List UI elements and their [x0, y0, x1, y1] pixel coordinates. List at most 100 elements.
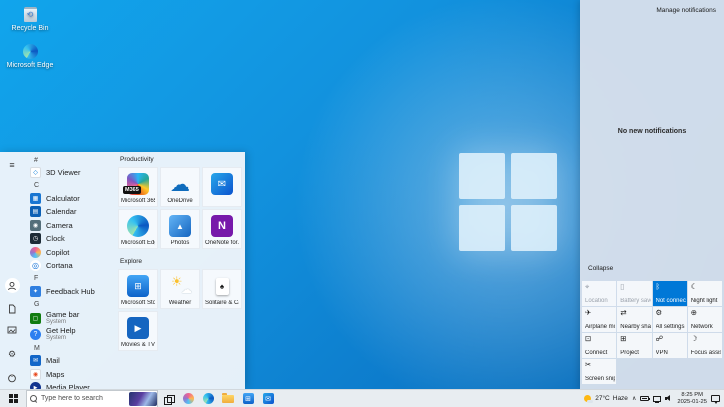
app-list-item-mail[interactable]: ✉ Mail: [24, 354, 112, 368]
app-list-item-calendar[interactable]: ▤ Calendar: [24, 205, 112, 219]
app-list-header: G: [24, 298, 112, 310]
cortana-icon: ◎: [30, 260, 41, 271]
quick-action-label: All settings: [656, 324, 686, 330]
quick-action-location[interactable]: ⌖ Location: [582, 281, 616, 306]
tile-photos[interactable]: ▲ Photos: [160, 209, 200, 249]
app-list-item-cortana[interactable]: ◎ Cortana: [24, 259, 112, 273]
taskbar-edge-button[interactable]: [198, 390, 218, 407]
tile-microsoft-edge[interactable]: Microsoft Edge: [118, 209, 158, 249]
logo-pane: [459, 205, 505, 251]
taskbar-copilot-button[interactable]: [178, 390, 198, 407]
app-label: Copilot: [46, 248, 69, 257]
tile-label: Microsoft Store: [121, 300, 155, 306]
volume-icon[interactable]: [665, 395, 673, 402]
tray-expand-chevron[interactable]: ∧: [632, 395, 636, 402]
quick-action-battery-saver[interactable]: ▯ Battery saver: [617, 281, 651, 306]
app-list-item-calculator[interactable]: ▦ Calculator: [24, 192, 112, 206]
calendar-icon: ▤: [30, 206, 41, 217]
nearby-sharing-icon: ⇄: [620, 309, 648, 317]
edge-icon: [127, 215, 149, 237]
weather-widget[interactable]: 27°C Haze: [584, 395, 628, 403]
app-list-item-media-player[interactable]: ▶ Media Player: [24, 381, 112, 389]
logo-pane: [459, 153, 505, 199]
quick-action-network[interactable]: ⊕ Network: [688, 307, 722, 332]
app-list-item-copilot[interactable]: Copilot: [24, 246, 112, 260]
tile-movies-tv[interactable]: ▶ Movies & TV: [118, 311, 158, 351]
location-icon: ⌖: [585, 283, 613, 291]
battery-saver-icon: ▯: [620, 283, 648, 291]
quick-action-vpn[interactable]: ☍ VPN: [653, 333, 687, 358]
documents-button[interactable]: [7, 304, 17, 314]
quick-action-nearby-sharing[interactable]: ⇄ Nearby sharing: [617, 307, 651, 332]
quick-action-label: Connect: [585, 350, 615, 356]
playing-card-icon: ♠: [216, 278, 229, 295]
manage-notifications-link[interactable]: Manage notifications: [656, 7, 716, 14]
quick-action-night-light[interactable]: ☾ Night light: [688, 281, 722, 306]
expand-menu-button[interactable]: ≡: [4, 157, 20, 173]
gear-icon: ⚙: [8, 349, 16, 360]
tile-outlook[interactable]: ✉: [202, 167, 242, 207]
app-list-item-get-help[interactable]: ? Get Help System: [24, 326, 112, 342]
network-icon[interactable]: [653, 396, 661, 402]
focus-assist-icon: ☽: [691, 335, 719, 343]
quick-action-label: Network: [691, 324, 721, 330]
desktop-icon-microsoft-edge[interactable]: Microsoft Edge: [6, 42, 54, 70]
quick-action-screen-snip[interactable]: ✂ Screen snip: [582, 359, 616, 384]
taskbar-store-button[interactable]: ⊞: [238, 390, 258, 407]
app-label: Clock: [46, 234, 65, 243]
settings-button[interactable]: ⚙: [4, 346, 20, 362]
quick-action-airplane-mode[interactable]: ✈ Airplane mode: [582, 307, 616, 332]
start-button[interactable]: [0, 390, 26, 407]
desktop-icon-label: Recycle Bin: [6, 25, 54, 33]
pictures-button[interactable]: [7, 325, 17, 335]
app-list-item-clock[interactable]: ◷ Clock: [24, 232, 112, 246]
desktop-icon-recycle-bin[interactable]: ⟲ Recycle Bin: [6, 5, 54, 33]
battery-icon[interactable]: [640, 396, 649, 401]
app-label: Get Help: [46, 327, 76, 335]
tile-weather[interactable]: ☀ ☁ Weather: [160, 269, 200, 309]
outlook-icon: ✉: [263, 393, 274, 404]
tile-microsoft-store[interactable]: ⊞ Microsoft Store: [118, 269, 158, 309]
user-account-button[interactable]: [5, 278, 20, 293]
document-icon: [7, 304, 17, 314]
app-list-item-maps[interactable]: ◉ Maps: [24, 368, 112, 382]
quick-action-project[interactable]: ⊞ Project: [617, 333, 651, 358]
weather-condition: Haze: [613, 395, 628, 402]
start-menu-rail: ≡ ⚙: [0, 152, 24, 389]
tile-microsoft-365[interactable]: M365 Microsoft 365: [118, 167, 158, 207]
tile-label: Microsoft Edge: [121, 240, 155, 246]
task-view-button[interactable]: [158, 390, 178, 407]
app-list-item-3d-viewer[interactable]: ◇ 3D Viewer: [24, 166, 112, 180]
power-button[interactable]: [7, 373, 17, 383]
taskbar-search-box[interactable]: [26, 390, 158, 407]
folder-icon: [222, 395, 234, 403]
quick-action-label: Night light: [691, 298, 721, 304]
taskbar-outlook-button[interactable]: ✉: [258, 390, 278, 407]
bluetooth-icon: ᛒ: [656, 283, 684, 291]
tile-onenote[interactable]: N OneNote for...: [202, 209, 242, 249]
connect-icon: ⊡: [585, 335, 613, 343]
app-list-item-feedback-hub[interactable]: ✦ Feedback Hub: [24, 285, 112, 299]
pictures-icon: [7, 325, 17, 335]
quick-action-bluetooth[interactable]: ᛒ Not connected: [653, 281, 687, 306]
action-center-button[interactable]: [711, 395, 720, 402]
taskbar-clock[interactable]: 8:25 PM 2025-01-25: [677, 392, 707, 406]
tile-onedrive[interactable]: ☁ OneDrive: [160, 167, 200, 207]
taskbar-file-explorer-button[interactable]: [218, 390, 238, 407]
quick-action-all-settings[interactable]: ⚙ All settings: [653, 307, 687, 332]
app-list-item-camera[interactable]: ◉ Camera: [24, 219, 112, 233]
task-view-icon: [164, 395, 173, 403]
quick-action-connect[interactable]: ⊡ Connect: [582, 333, 616, 358]
app-label: Feedback Hub: [46, 287, 95, 296]
search-input[interactable]: [41, 395, 125, 402]
quick-action-label: Not connected: [656, 298, 686, 304]
app-list-item-game-bar[interactable]: ▢ Game bar System: [24, 310, 112, 326]
tile-solitaire[interactable]: ♠ Solitaire & Ca...: [202, 269, 242, 309]
action-center: Manage notifications No new notification…: [580, 0, 724, 389]
search-icon: [30, 395, 37, 402]
clock-time: 8:25 PM: [677, 392, 707, 399]
weather-temp: 27°C: [595, 395, 610, 402]
collapse-link[interactable]: Collapse: [588, 265, 613, 272]
quick-action-focus-assist[interactable]: ☽ Focus assist: [688, 333, 722, 358]
tile-label: OneNote for...: [205, 240, 239, 246]
